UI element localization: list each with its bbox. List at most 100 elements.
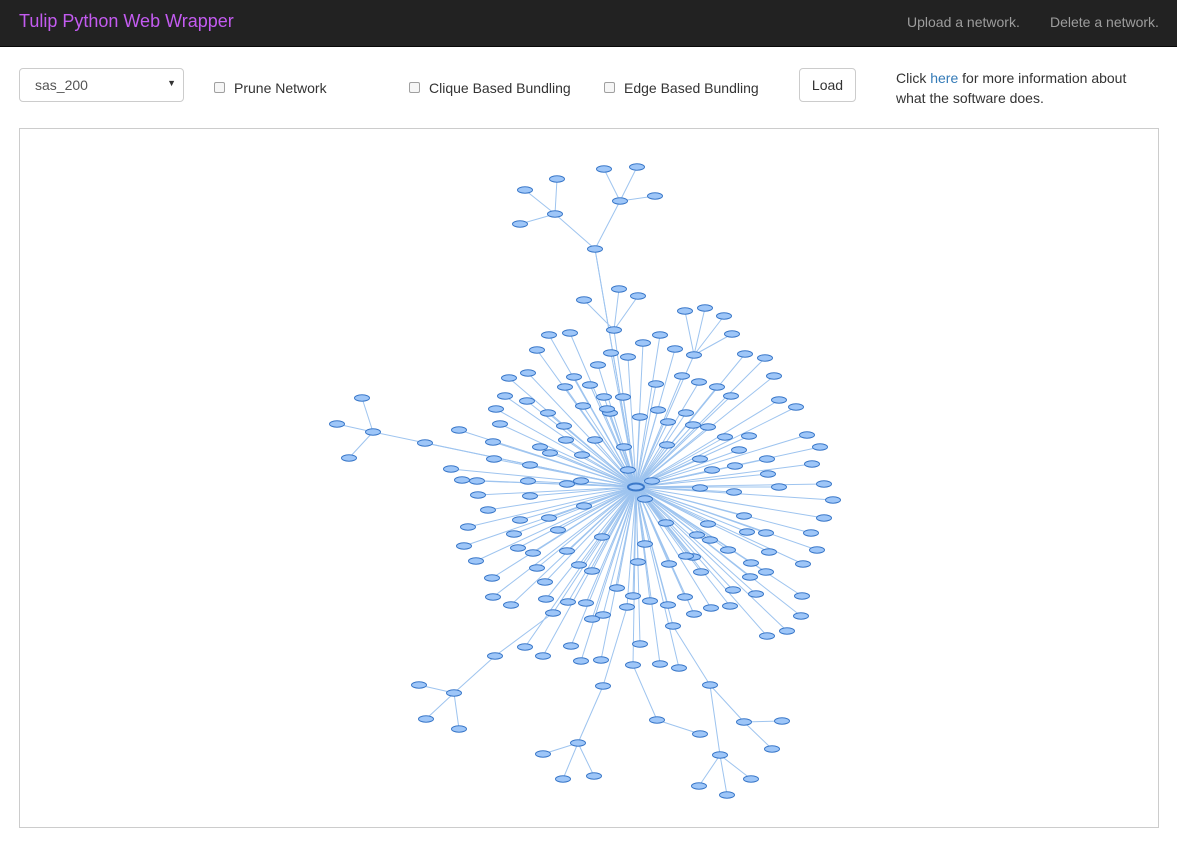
graph-node[interactable] bbox=[578, 599, 594, 607]
graph-node[interactable] bbox=[743, 775, 759, 783]
graph-node[interactable] bbox=[761, 548, 777, 556]
graph-node[interactable] bbox=[660, 418, 676, 426]
graph-node[interactable] bbox=[637, 540, 653, 548]
graph-node[interactable] bbox=[451, 426, 467, 434]
graph-node[interactable] bbox=[329, 420, 345, 428]
graph-node[interactable] bbox=[739, 528, 755, 536]
graph-node[interactable] bbox=[766, 372, 782, 380]
graph-node[interactable] bbox=[716, 312, 732, 320]
graph-node[interactable] bbox=[649, 716, 665, 724]
graph-node[interactable] bbox=[535, 750, 551, 758]
graph-node[interactable] bbox=[659, 441, 675, 449]
graph-node[interactable] bbox=[799, 431, 815, 439]
graph-node[interactable] bbox=[803, 529, 819, 537]
graph-node[interactable] bbox=[520, 369, 536, 377]
load-button[interactable]: Load bbox=[799, 68, 856, 102]
graph-node[interactable] bbox=[555, 775, 571, 783]
graph-node[interactable] bbox=[691, 782, 707, 790]
graph-node[interactable] bbox=[736, 512, 752, 520]
info-here-link[interactable]: here bbox=[930, 70, 958, 86]
graph-node[interactable] bbox=[700, 520, 716, 528]
graph-node[interactable] bbox=[812, 443, 828, 451]
graph-node[interactable] bbox=[587, 436, 603, 444]
graph-node[interactable] bbox=[574, 451, 590, 459]
graph-node[interactable] bbox=[584, 615, 600, 623]
graph-node[interactable] bbox=[702, 681, 718, 689]
graph-node[interactable] bbox=[677, 307, 693, 315]
graph-node[interactable] bbox=[550, 526, 566, 534]
graph-node[interactable] bbox=[825, 496, 841, 504]
graph-node[interactable] bbox=[517, 643, 533, 651]
graph-node[interactable] bbox=[556, 422, 572, 430]
graph-node[interactable] bbox=[736, 718, 752, 726]
graph-node[interactable] bbox=[492, 420, 508, 428]
graph-node[interactable] bbox=[582, 381, 598, 389]
network-canvas[interactable] bbox=[19, 128, 1159, 828]
graph-node[interactable] bbox=[743, 559, 759, 567]
graph-node[interactable] bbox=[454, 476, 470, 484]
graph-node[interactable] bbox=[522, 461, 538, 469]
graph-node[interactable] bbox=[616, 443, 632, 451]
graph-node[interactable] bbox=[723, 392, 739, 400]
graph-node[interactable] bbox=[566, 373, 582, 381]
graph-node[interactable] bbox=[632, 640, 648, 648]
graph-node[interactable] bbox=[720, 546, 736, 554]
graph-node[interactable] bbox=[764, 745, 780, 753]
graph-node[interactable] bbox=[620, 353, 636, 361]
graph-node[interactable] bbox=[741, 432, 757, 440]
graph-node[interactable] bbox=[779, 627, 795, 635]
graph-node[interactable] bbox=[517, 186, 533, 194]
graph-node[interactable] bbox=[667, 345, 683, 353]
graph-node[interactable] bbox=[661, 560, 677, 568]
graph-node[interactable] bbox=[620, 466, 636, 474]
graph-node[interactable] bbox=[538, 595, 554, 603]
graph-node[interactable] bbox=[522, 492, 538, 500]
graph-node[interactable] bbox=[563, 642, 579, 650]
graph-node[interactable] bbox=[606, 326, 622, 334]
graph-node[interactable] bbox=[748, 590, 764, 598]
graph-node[interactable] bbox=[652, 660, 668, 668]
graph-node[interactable] bbox=[759, 632, 775, 640]
graph-node[interactable] bbox=[726, 488, 742, 496]
graph-node[interactable] bbox=[678, 552, 694, 560]
graph-node[interactable] bbox=[488, 405, 504, 413]
graph-node[interactable] bbox=[689, 531, 705, 539]
graph-node[interactable] bbox=[506, 530, 522, 538]
graph-node[interactable] bbox=[658, 519, 674, 527]
graph-node[interactable] bbox=[771, 483, 787, 491]
graph-node[interactable] bbox=[703, 604, 719, 612]
graph-node[interactable] bbox=[795, 560, 811, 568]
graph-node[interactable] bbox=[576, 502, 592, 510]
graph-node[interactable] bbox=[674, 372, 690, 380]
graph-node[interactable] bbox=[603, 349, 619, 357]
network-graph[interactable] bbox=[20, 129, 1158, 827]
graph-node[interactable] bbox=[486, 455, 502, 463]
graph-node[interactable] bbox=[686, 610, 702, 618]
graph-node[interactable] bbox=[469, 477, 485, 485]
graph-node[interactable] bbox=[771, 396, 787, 404]
graph-node[interactable] bbox=[788, 403, 804, 411]
graph-node[interactable] bbox=[487, 652, 503, 660]
checkbox-box[interactable] bbox=[604, 82, 615, 93]
graph-node[interactable] bbox=[590, 361, 606, 369]
graph-node[interactable] bbox=[612, 197, 628, 205]
graph-node[interactable] bbox=[541, 514, 557, 522]
graph-node[interactable] bbox=[804, 460, 820, 468]
graph-node[interactable] bbox=[719, 791, 735, 799]
graph-node[interactable] bbox=[559, 480, 575, 488]
graph-node[interactable] bbox=[586, 772, 602, 780]
graph-node[interactable] bbox=[700, 423, 716, 431]
brand-link[interactable]: Tulip Python Web Wrapper bbox=[19, 11, 234, 32]
graph-node[interactable] bbox=[484, 574, 500, 582]
graph-node[interactable] bbox=[545, 609, 561, 617]
graph-node[interactable] bbox=[671, 664, 687, 672]
graph-node[interactable] bbox=[576, 296, 592, 304]
graph-node[interactable] bbox=[529, 564, 545, 572]
graph-node[interactable] bbox=[731, 446, 747, 454]
graph-node[interactable] bbox=[727, 462, 743, 470]
graph-node[interactable] bbox=[642, 597, 658, 605]
graph-node[interactable] bbox=[757, 354, 773, 362]
graph-node[interactable] bbox=[341, 454, 357, 462]
graph-node[interactable] bbox=[541, 331, 557, 339]
graph-node[interactable] bbox=[451, 725, 467, 733]
